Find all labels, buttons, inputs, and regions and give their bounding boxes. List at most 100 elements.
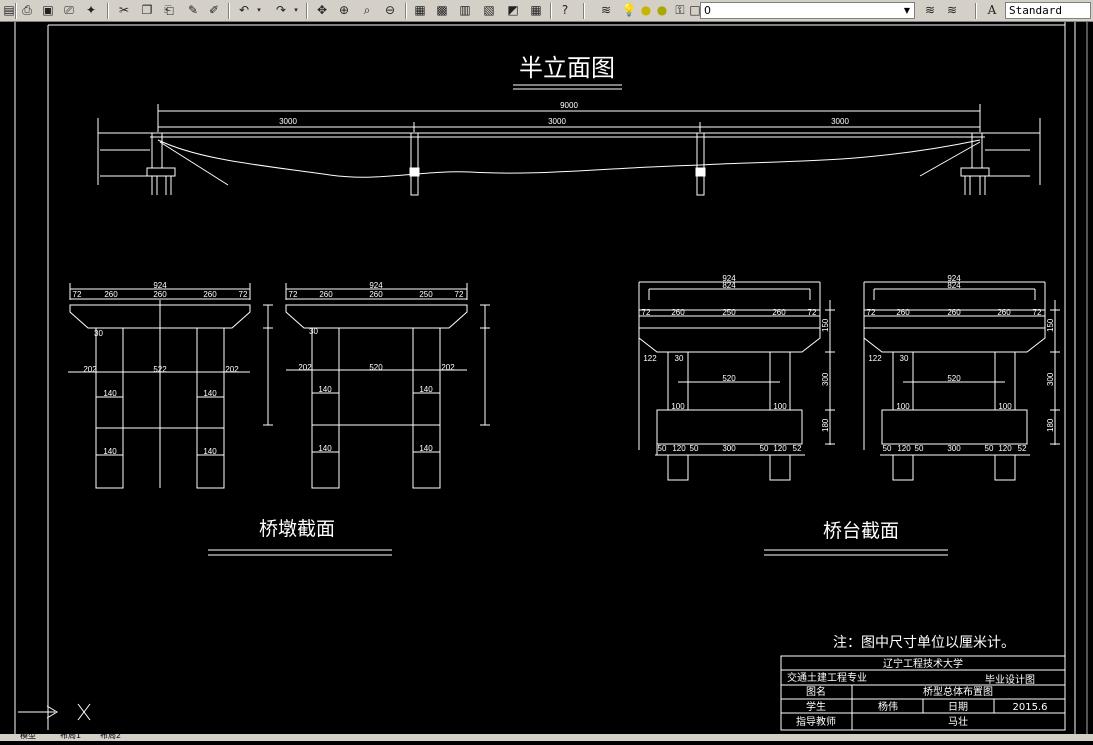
pier1-col-b: 140 (203, 389, 217, 398)
abut2-seg-5: 72 (1033, 308, 1042, 317)
freeze-icon[interactable]: ● (653, 2, 671, 19)
ground-profile (157, 139, 981, 178)
standard-toolbar: ▤ ⎙ ▣ ⎚ ✦ ✂ ❐ ⎗ ✎ ✐ ↶ ▾ ↷ ▾ ✥ ⊕ ⌕ ⊖ ▦ ▩ … (0, 0, 1093, 22)
toolbar-separator (228, 3, 230, 19)
toolpalette-icon[interactable]: ▥ (456, 2, 474, 19)
publish-icon[interactable]: ✦ (82, 2, 100, 19)
abut2-b6: 120 (998, 444, 1012, 453)
tb-drawing-type: 毕业设计图 (985, 673, 1035, 686)
elevation-abutment-right (960, 132, 990, 195)
abut2-b4: 300 (947, 444, 961, 453)
abut2-b2: 120 (897, 444, 911, 453)
pier2-small: 30 (309, 327, 318, 336)
open-icon[interactable]: ⎙ (18, 2, 36, 19)
abut1-offset: 122 (643, 354, 657, 363)
layer-manager-icon[interactable]: ≋ (597, 2, 615, 19)
blockeditor-icon[interactable]: ✐ (205, 2, 223, 19)
abut2-seg-2: 260 (896, 308, 910, 317)
abut1-seg-5: 72 (808, 308, 817, 317)
tab-model[interactable]: 模型 (20, 730, 36, 741)
save-icon[interactable]: ▣ (39, 2, 57, 19)
abut2-b3: 50 (915, 444, 924, 453)
abut2-b1: 50 (883, 444, 892, 453)
matchprop-icon[interactable]: ✎ (184, 2, 202, 19)
toolbar-separator (583, 3, 585, 19)
tab-layout2[interactable]: 布局2 (100, 730, 121, 741)
cut-icon[interactable]: ✂ (115, 2, 133, 19)
redo-icon[interactable]: ↷ (272, 2, 290, 19)
layer-state-icon[interactable]: ≋ (943, 2, 961, 19)
abut1-small: 30 (675, 354, 684, 363)
slope-line-right (919, 141, 981, 177)
tab-layout1[interactable]: 布局1 (60, 730, 81, 741)
pier1-cap-width: 924 (153, 281, 167, 290)
tb-date-value: 2015.6 (1013, 702, 1048, 713)
span-label-2: 3000 (548, 117, 566, 126)
abut1-center: 520 (722, 374, 736, 383)
properties-icon[interactable]: ▦ (411, 2, 429, 19)
tb-name-label: 图名 (806, 685, 826, 698)
toolbar-separator (306, 3, 308, 19)
paste-icon[interactable]: ⎗ (160, 2, 178, 19)
abut2-inner-width: 824 (947, 281, 961, 290)
zoom-previous-icon[interactable]: ⊖ (381, 2, 399, 19)
tb-advisor-label: 指导教师 (796, 715, 836, 728)
text-style-dropdown[interactable]: Standard (1005, 2, 1091, 19)
abut1-b7: 52 (793, 444, 802, 453)
pier1-seg-5: 72 (239, 290, 248, 299)
lightbulb-icon[interactable]: 💡 (620, 2, 638, 19)
pier2-seg-2: 260 (319, 290, 333, 299)
markup-icon[interactable]: ◩ (504, 2, 522, 19)
text-style-icon[interactable]: A (983, 2, 1001, 19)
span-label-1: 3000 (279, 117, 297, 126)
undo-icon[interactable]: ↶ (235, 2, 253, 19)
abutment-title: 桥台截面 (823, 520, 899, 542)
tb-date-label: 日期 (948, 701, 968, 713)
zoom-realtime-icon[interactable]: ⊕ (335, 2, 353, 19)
slope-line-left (159, 141, 229, 186)
elevation-pier-1 (409, 132, 420, 196)
layout-tabs-bar: 模型 布局1 布局2 (0, 731, 1093, 741)
copy-icon[interactable]: ❐ (138, 2, 156, 19)
abut1-inner-width: 824 (722, 281, 736, 290)
abut2-b5: 50 (985, 444, 994, 453)
tb-student-value: 杨伟 (878, 700, 898, 713)
toolbar-separator (15, 3, 17, 19)
ucs-icon (18, 703, 91, 721)
pier2-left-offset: 202 (298, 363, 312, 372)
title-block: 辽宁工程技术大学 交通土建工程专业 毕业设计图 图名 桥型总体布置图 学生 杨伟… (780, 655, 1066, 731)
pier2-seg-1: 72 (289, 290, 298, 299)
abut2-offset: 122 (868, 354, 882, 363)
pier1-small: 30 (94, 329, 103, 338)
layer-dropdown[interactable]: 0 ▼ (700, 2, 915, 19)
elevation-title: 半立面图 (519, 54, 615, 82)
abut2-center: 520 (947, 374, 961, 383)
units-note: 注：图中尺寸单位以厘米计。 (833, 635, 1015, 651)
pan-icon[interactable]: ✥ (313, 2, 331, 19)
zoom-window-icon[interactable]: ⌕ (358, 2, 376, 19)
abut2-b7: 52 (1018, 444, 1027, 453)
plot-icon[interactable]: ⎚ (60, 2, 78, 19)
layer-previous-icon[interactable]: ≋ (921, 2, 939, 19)
abut1-v1: 150 (821, 318, 830, 332)
abut1-b6: 120 (773, 444, 787, 453)
abut1-b5: 50 (760, 444, 769, 453)
abut2-seg-4: 260 (997, 308, 1011, 317)
pier2-col-d: 140 (419, 444, 433, 453)
span-label-3: 3000 (831, 117, 849, 126)
pier2-seg-4: 250 (419, 290, 433, 299)
drawing-area[interactable]: 半立面图 9000 3000 3000 3000 924 72 260 260 … (0, 22, 1093, 741)
sheetset-icon[interactable]: ▧ (480, 2, 498, 19)
designcenter-icon[interactable]: ▩ (433, 2, 451, 19)
help-icon[interactable]: ? (556, 2, 574, 19)
abut1-b3: 50 (690, 444, 699, 453)
calculator-icon[interactable]: ▦ (527, 2, 545, 19)
pier2-seg-3: 260 (369, 290, 383, 299)
text-style-name: Standard (1009, 4, 1062, 17)
abut1-seg-2: 260 (671, 308, 685, 317)
pier1-seg-3: 260 (153, 290, 167, 299)
total-span-label: 9000 (560, 101, 578, 110)
abut2-v1: 150 (1046, 318, 1055, 332)
undo-dropdown-icon[interactable]: ▾ (254, 2, 264, 19)
redo-dropdown-icon[interactable]: ▾ (291, 2, 301, 19)
